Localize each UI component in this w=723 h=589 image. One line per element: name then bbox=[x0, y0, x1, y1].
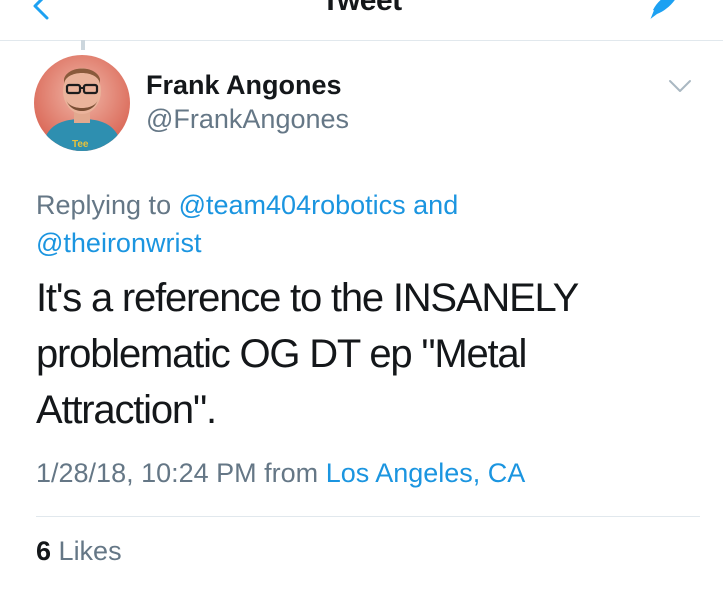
reply-mention-link[interactable]: @theironwrist bbox=[36, 228, 201, 258]
chevron-down-icon[interactable] bbox=[668, 78, 692, 94]
likes-count: 6 bbox=[36, 536, 52, 566]
replying-to-label: Replying to bbox=[36, 190, 172, 220]
tweet-text-line: It's a reference to the INSANELY bbox=[36, 276, 579, 320]
likes-label: Likes bbox=[58, 536, 122, 566]
location-link[interactable]: Los Angeles, CA bbox=[326, 458, 526, 488]
author-handle[interactable]: @FrankAngones bbox=[146, 104, 349, 135]
tweet-text-line: problematic OG DT ep "Metal bbox=[36, 332, 527, 376]
compose-feather-icon[interactable] bbox=[645, 0, 683, 24]
replying-to-line: Replying to @team404robotics and bbox=[36, 186, 696, 224]
page-title: Tweet bbox=[321, 0, 402, 17]
reply-mention-link[interactable]: @team404robotics bbox=[179, 190, 406, 220]
avatar-image: Tee bbox=[34, 55, 130, 151]
from-label: from bbox=[264, 458, 319, 488]
replying-to-line-2: @theironwrist bbox=[36, 224, 696, 262]
reply-and-link[interactable]: and bbox=[413, 190, 458, 220]
timestamp: 1/28/18, 10:24 PM bbox=[36, 458, 257, 488]
author-name[interactable]: Frank Angones bbox=[146, 70, 342, 101]
likes-stat[interactable]: 6 Likes bbox=[36, 536, 122, 567]
tweet-text: It's a reference to the INSANELY problem… bbox=[36, 270, 676, 438]
tweet-text-line: Attraction". bbox=[36, 388, 217, 432]
tweet-meta: 1/28/18, 10:24 PM from Los Angeles, CA bbox=[36, 458, 525, 489]
svg-text:Tee: Tee bbox=[72, 139, 89, 150]
avatar[interactable]: Tee bbox=[34, 55, 130, 151]
navigation-bar: Tweet bbox=[0, 0, 723, 41]
divider bbox=[36, 516, 700, 517]
thread-connector-line bbox=[81, 40, 85, 50]
